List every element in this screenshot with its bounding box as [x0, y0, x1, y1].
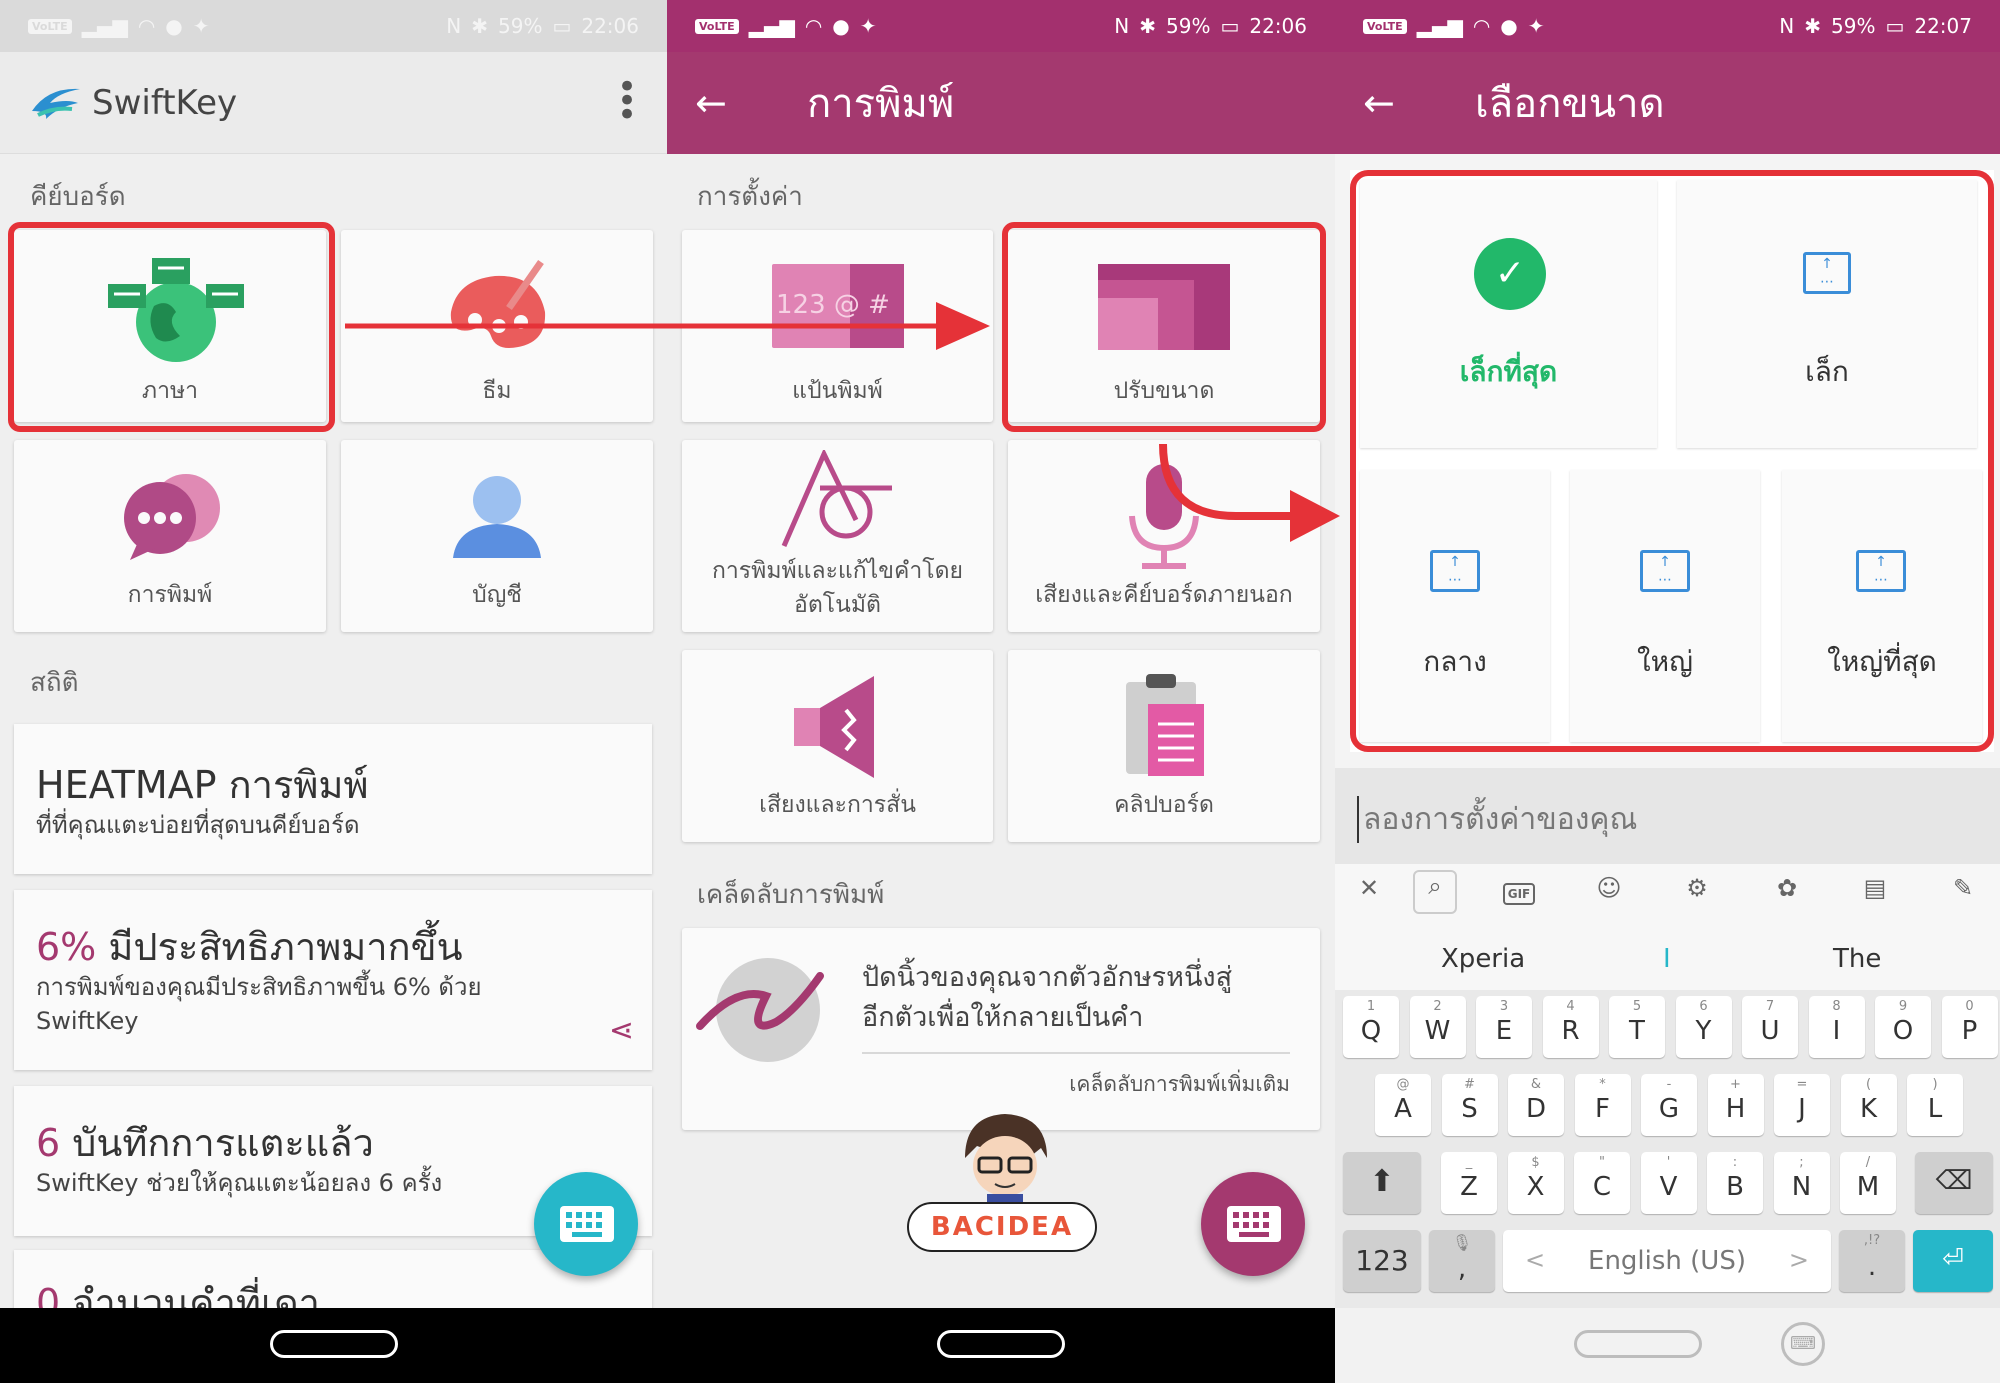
annotation-arrows: [345, 302, 1340, 542]
arrow-resize-to-sizes: [1159, 443, 1295, 521]
arrow-head-sizes: [1290, 490, 1340, 542]
arrow-head-resize: [936, 302, 990, 350]
